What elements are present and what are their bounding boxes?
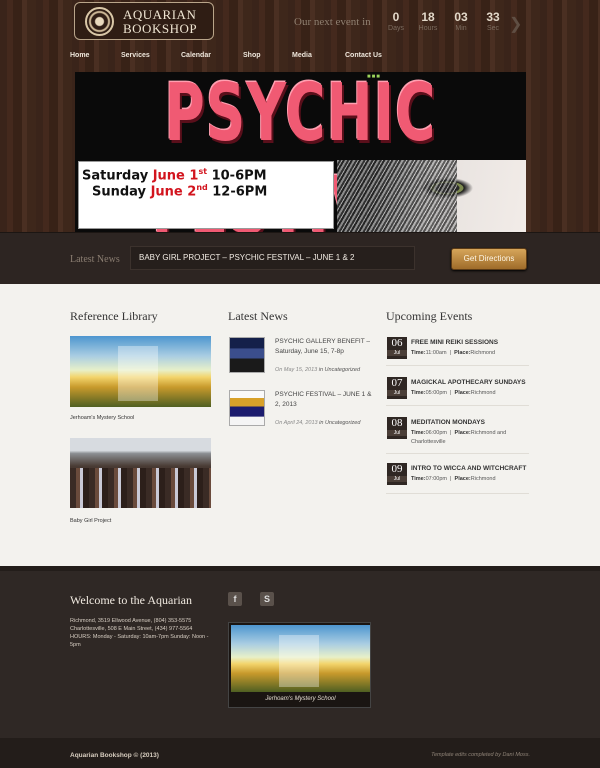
event-title[interactable]: MEDITATION MONDAYS <box>411 419 485 426</box>
nav-contact-us[interactable]: Contact Us <box>345 52 382 59</box>
event-meta: Time:06:00pm | Place:Richmond and Charlo… <box>411 430 507 445</box>
get-directions-button[interactable]: Get Directions <box>451 248 527 270</box>
news-ticker[interactable]: BABY GIRL PROJECT – PSYCHIC FESTIVAL – J… <box>130 246 415 270</box>
news-item-meta: On May 15, 2013 in Uncategorized <box>275 367 361 373</box>
reference-caption[interactable]: Jerhoam's Mystery School <box>70 415 134 421</box>
news-item-title[interactable]: PSYCHIC FESTIVAL – JUNE 1 & 2, 2013 <box>275 390 375 410</box>
reference-caption[interactable]: Baby Girl Project <box>70 518 111 524</box>
event-title[interactable]: FREE MINI REIKI SESSIONS <box>411 339 498 346</box>
news-ticker-bar: Latest News BABY GIRL PROJECT – PSYCHIC … <box>0 232 600 284</box>
news-thumbnail[interactable] <box>229 337 265 373</box>
divider <box>386 365 529 366</box>
latest-news-label: Latest News <box>70 254 120 265</box>
facebook-icon[interactable]: f <box>228 592 242 606</box>
countdown-days: 0 Days <box>388 10 404 32</box>
countdown-seconds: 33 Sec <box>486 10 500 32</box>
logo-text: AQUARIAN BOOKSHOP <box>123 7 198 36</box>
event-meta: Time:11:00am | Place:Richmond <box>411 350 496 356</box>
nav-media[interactable]: Media <box>292 52 312 59</box>
nav-calendar[interactable]: Calendar <box>181 52 211 59</box>
latest-news-title: Latest News <box>228 309 288 323</box>
sun-emblem-icon <box>85 7 114 36</box>
event-title[interactable]: INTRO TO WICCA AND WITCHCRAFT <box>411 465 526 472</box>
hero-banner[interactable]: PSYCHIC FESTIVAL ■■■ Saturday June 1st 1… <box>75 72 526 232</box>
event-date-badge: 06 Jul <box>387 337 407 359</box>
event-meta: Time:05:00pm | Place:Richmond <box>411 390 496 396</box>
news-item-title[interactable]: PSYCHIC GALLERY BENEFIT – Saturday, June… <box>275 337 375 357</box>
news-item-meta: On April 24, 2013 in Uncategorized <box>275 420 361 426</box>
next-event-label: Our next event in <box>294 16 371 28</box>
chevron-right-icon[interactable]: ❯ <box>509 14 522 34</box>
footer-contact-info: Richmond, 3519 Ellwood Avenue, (804) 353… <box>70 618 209 648</box>
footer-photo-caption: Jerhoam's Mystery School <box>265 696 336 702</box>
event-title[interactable]: MAGICKAL APOTHECARY SUNDAYS <box>411 379 526 386</box>
reference-image-baby-girl-project[interactable] <box>70 438 211 508</box>
upcoming-events-title: Upcoming Events <box>386 309 473 323</box>
countdown-minutes: 03 Min <box>454 10 468 32</box>
reference-library-title: Reference Library <box>70 309 158 323</box>
event-date-badge: 08 Jul <box>387 417 407 439</box>
divider <box>386 453 529 454</box>
nav-home[interactable]: Home <box>70 52 89 59</box>
event-meta: Time:07:00pm | Place:Richmond <box>411 476 496 482</box>
banner-feather-image <box>337 160 457 232</box>
event-date-badge: 09 Jul <box>387 463 407 485</box>
countdown-hours: 18 Hours <box>418 10 438 32</box>
nav-services[interactable]: Services <box>121 52 150 59</box>
slider-dots-icon[interactable]: ■■■ <box>367 74 381 80</box>
copyright: Aquarian Bookshop © (2013) <box>70 752 159 759</box>
banner-dates: Saturday June 1st 10-6PM Sunday June 2nd… <box>78 161 334 229</box>
divider <box>386 405 529 406</box>
news-thumbnail[interactable] <box>229 390 265 426</box>
nav-shop[interactable]: Shop <box>243 52 261 59</box>
logo[interactable]: AQUARIAN BOOKSHOP <box>74 2 214 40</box>
divider <box>386 493 529 494</box>
bottom-bar: Aquarian Bookshop © (2013) Template edit… <box>0 738 600 768</box>
event-date-badge: 07 Jul <box>387 377 407 399</box>
footer-photo-image <box>231 625 370 692</box>
footer-title: Welcome to the Aquarian <box>70 593 192 607</box>
skype-icon[interactable]: S <box>260 592 274 606</box>
template-credit: Template edits completed by Dani Moss. <box>431 752 530 758</box>
footer-photo[interactable]: Jerhoam's Mystery School <box>228 622 371 708</box>
reference-image-mystery-school[interactable] <box>70 336 211 407</box>
